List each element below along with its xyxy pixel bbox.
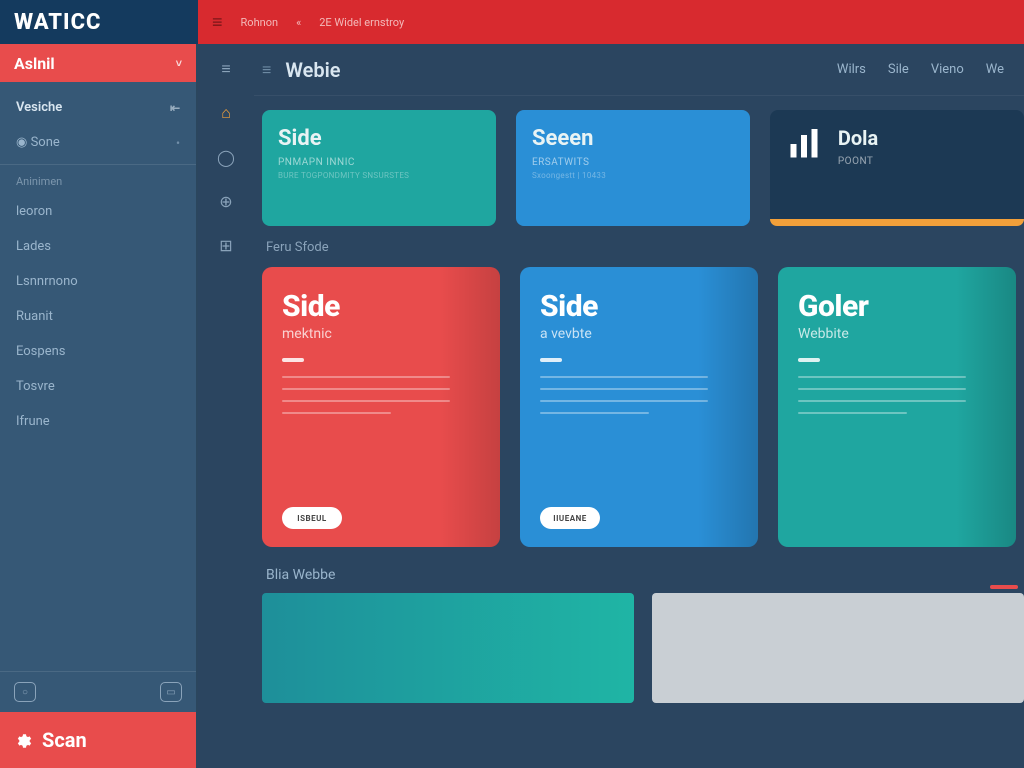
breadcrumb-sep: « — [296, 16, 301, 29]
scan-button[interactable]: Scan — [0, 712, 196, 768]
sidebar-item-label: ◉ Sone — [16, 135, 60, 150]
card-meta: Webbite — [798, 326, 996, 342]
card-subtitle: Poont — [838, 156, 1008, 167]
card-title: Side — [540, 289, 738, 324]
sidebar-item-vesiche[interactable]: Vesiche ⇤ — [0, 90, 196, 125]
card-seeen[interactable]: Seeen Ersatwits Sxoongestt | 10433 — [516, 110, 750, 226]
sidebar-item[interactable]: Lades — [0, 229, 196, 264]
menu-icon[interactable]: ≡ — [262, 60, 271, 80]
search-icon[interactable]: ⊕ — [215, 190, 237, 212]
card-dola[interactable]: Dola Poont — [770, 110, 1024, 226]
page-title: Webie — [285, 58, 340, 82]
breadcrumb-item[interactable]: Rohnon — [241, 16, 279, 29]
topbar: ≡ Rohnon « 2E Widel ernstroy — [198, 0, 1024, 44]
collapse-icon: ⇤ — [170, 101, 180, 115]
sidebar-secondary: ≡ ⌂ ◯ ⊕ ⊞ — [198, 44, 254, 768]
card-meta: BURE TOGPONDMITY SNSURSTES — [278, 171, 480, 180]
swatch-gray[interactable] — [652, 593, 1024, 703]
sidebar-item[interactable]: Ruanit — [0, 299, 196, 334]
tab-bar: Wilrs Sile Vieno We — [837, 62, 1004, 77]
card-meta: mektnic — [282, 326, 480, 342]
gear-icon — [14, 731, 32, 749]
dot-icon: • — [176, 136, 180, 150]
tab-vieno[interactable]: Vieno — [931, 62, 964, 77]
section-label: Blia Webbe — [266, 567, 1024, 583]
card-title: Dola — [838, 126, 1008, 150]
sidebar-item[interactable]: Tosvre — [0, 369, 196, 404]
swatch-teal[interactable] — [262, 593, 634, 703]
card-meta: Sxoongestt | 10433 — [532, 171, 734, 180]
sidebar-item-label: Vesiche — [16, 100, 62, 115]
tab-wilrs[interactable]: Wilrs — [837, 62, 866, 77]
tab-sile[interactable]: Sile — [888, 62, 909, 77]
section-label: Feru Sfode — [266, 240, 1024, 255]
sidebar-item-sone[interactable]: ◉ Sone • — [0, 125, 196, 160]
sidebar-item[interactable]: Eospens — [0, 334, 196, 369]
card-title: Side — [278, 126, 480, 151]
menu-icon[interactable]: ≡ — [212, 12, 223, 33]
sidebar-section-header[interactable]: Aslnil ˅ — [0, 44, 196, 82]
circle-icon[interactable]: ◯ — [215, 146, 237, 168]
sidebar-item[interactable]: Lsnnrnono — [0, 264, 196, 299]
card-subtitle: Pnmapn innic — [278, 157, 480, 168]
minimize-icon[interactable]: ▭ — [160, 682, 182, 702]
chart-icon — [786, 126, 822, 162]
sidebar-item[interactable]: Ifrune — [0, 404, 196, 439]
app-logo: WATICC — [0, 0, 198, 44]
card-title: Goler — [798, 289, 996, 324]
card-subtitle: Ersatwits — [532, 157, 734, 168]
card-large-side-red[interactable]: Side mektnic ISBEUL — [262, 267, 500, 547]
card-title: Seeen — [532, 126, 734, 151]
sidebar-item[interactable]: leoron — [0, 194, 196, 229]
card-large-goler[interactable]: Goler Webbite — [778, 267, 1016, 547]
main-content: ≡ Webie Wilrs Sile Vieno We Side Pnmapn … — [254, 44, 1024, 768]
sidebar-group: Aninimen — [0, 169, 196, 194]
chevron-down-icon: ˅ — [176, 57, 182, 70]
breadcrumb-item[interactable]: 2E Widel ernstroy — [319, 16, 404, 29]
scan-label: Scan — [42, 728, 87, 752]
card-side[interactable]: Side Pnmapn innic BURE TOGPONDMITY SNSUR… — [262, 110, 496, 226]
card-title: Side — [282, 289, 480, 324]
menu-icon[interactable]: ≡ — [215, 58, 237, 80]
home-icon[interactable]: ⌂ — [215, 102, 237, 124]
sidebar-primary: Aslnil ˅ Vesiche ⇤ ◉ Sone • Aninimen leo… — [0, 44, 198, 768]
card-button[interactable]: IIUEANE — [540, 507, 600, 529]
card-meta: a vevbte — [540, 326, 738, 342]
settings-icon[interactable]: ○ — [14, 682, 36, 702]
tab-we[interactable]: We — [986, 62, 1004, 77]
card-large-side-blue[interactable]: Side a vevbte IIUEANE — [520, 267, 758, 547]
card-button[interactable]: ISBEUL — [282, 507, 342, 529]
grid-icon[interactable]: ⊞ — [215, 234, 237, 256]
sidebar-section-label: Aslnil — [14, 54, 55, 73]
